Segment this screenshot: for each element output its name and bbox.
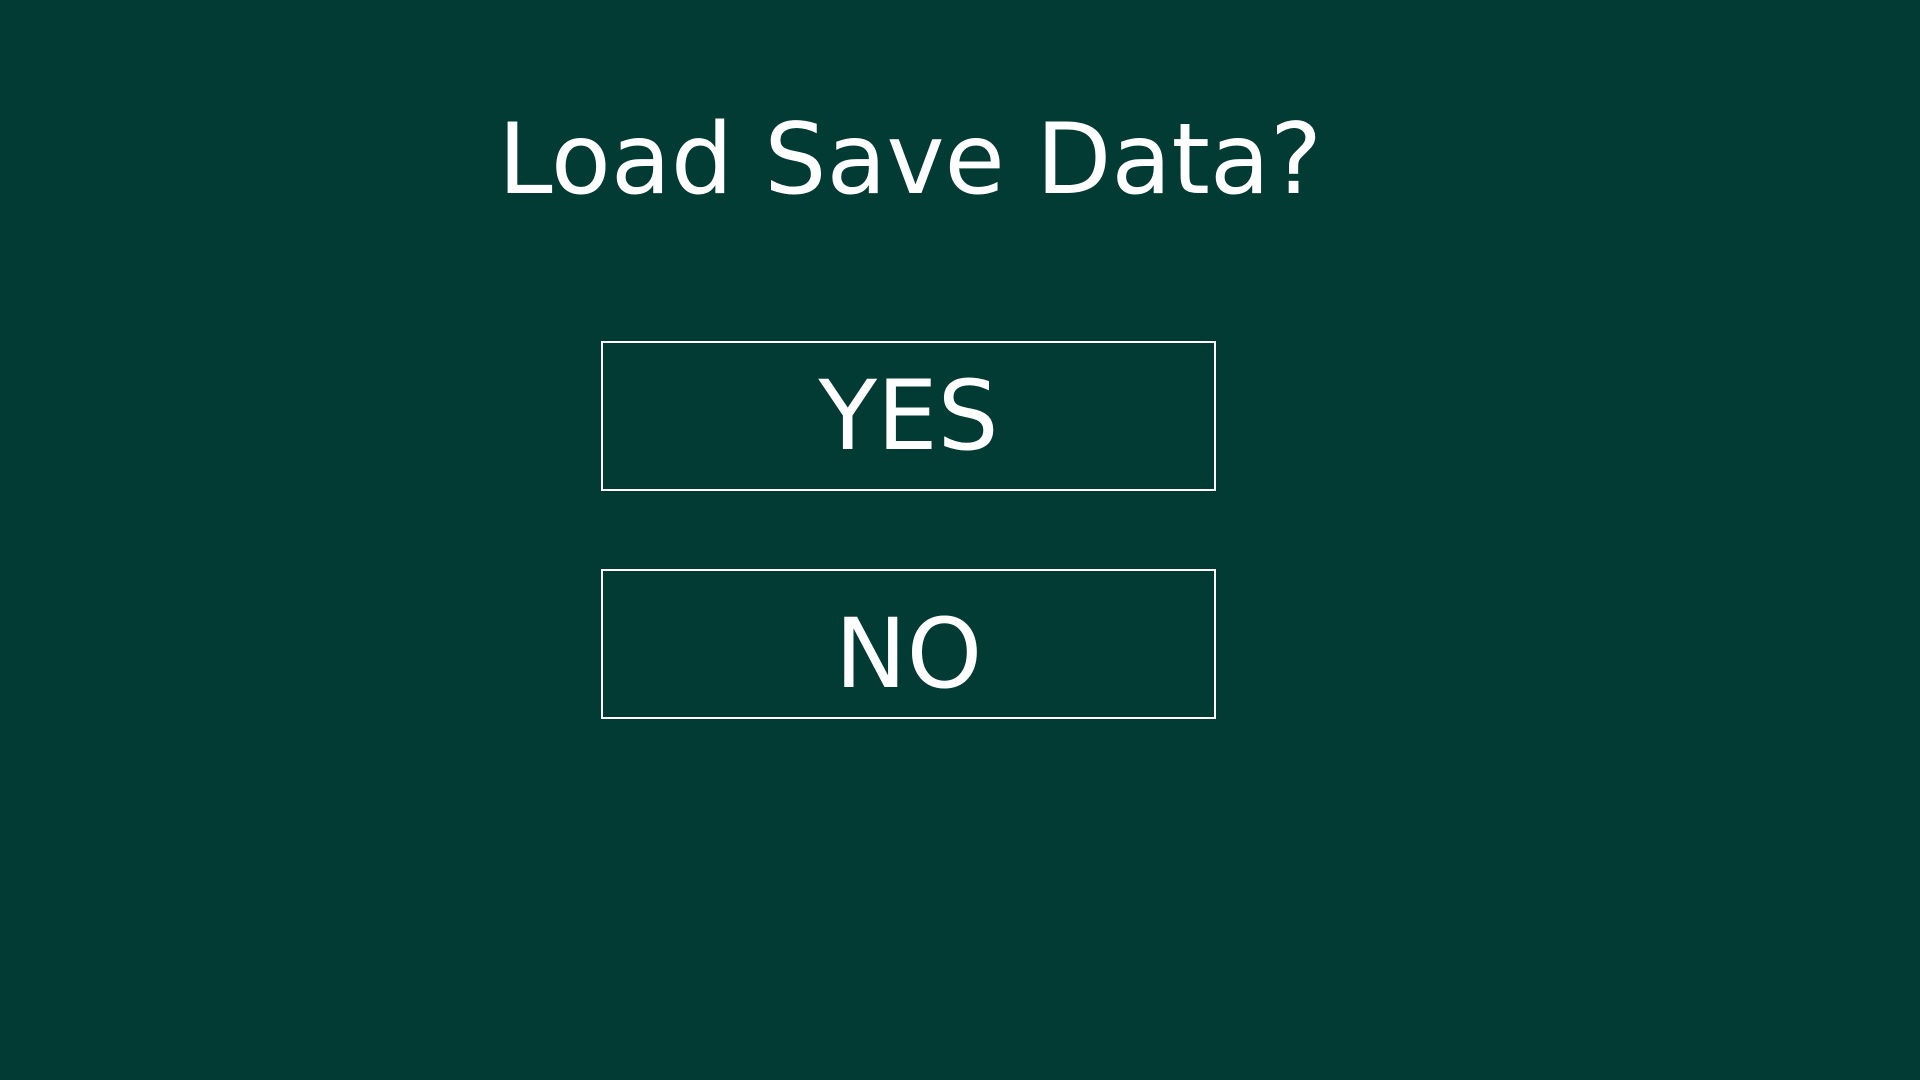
yes-button[interactable]: YES <box>601 341 1216 491</box>
yes-button-label: YES <box>818 360 999 472</box>
dialog-title: Load Save Data? <box>498 103 1322 217</box>
no-button[interactable]: NO <box>601 569 1216 719</box>
load-save-screen: Load Save Data? YES NO <box>0 0 1920 1080</box>
no-button-label: NO <box>834 598 983 710</box>
